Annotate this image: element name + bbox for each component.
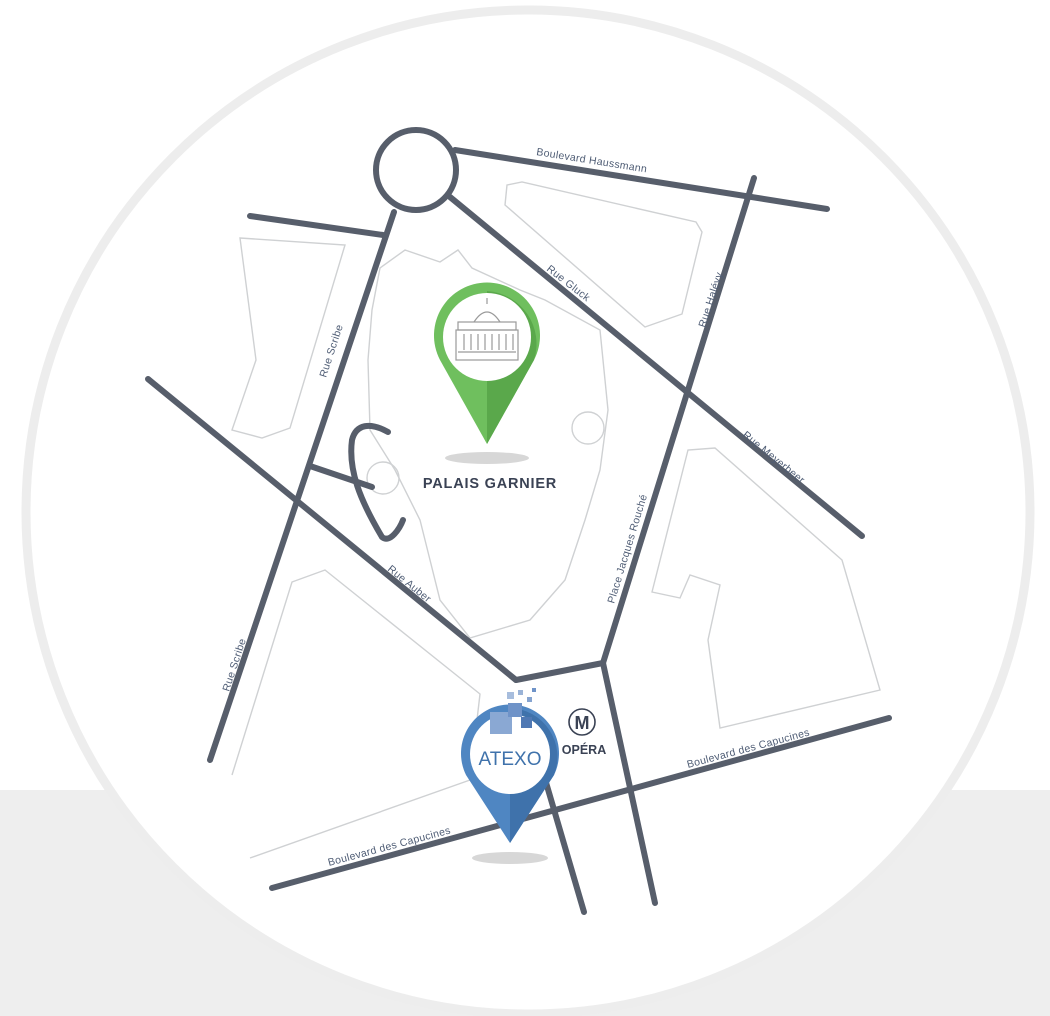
pin-shadow	[445, 452, 529, 464]
pin-shadow	[472, 852, 548, 864]
atexo-label: ATEXO	[479, 749, 542, 770]
location-map: Boulevard Haussmann Rue Gluck Rue Halévy…	[0, 5, 1050, 1016]
metro-symbol: M	[575, 713, 590, 733]
palais-garnier-label: PALAIS GARNIER	[423, 476, 557, 492]
metro-station-label: OPÉRA	[562, 742, 606, 757]
